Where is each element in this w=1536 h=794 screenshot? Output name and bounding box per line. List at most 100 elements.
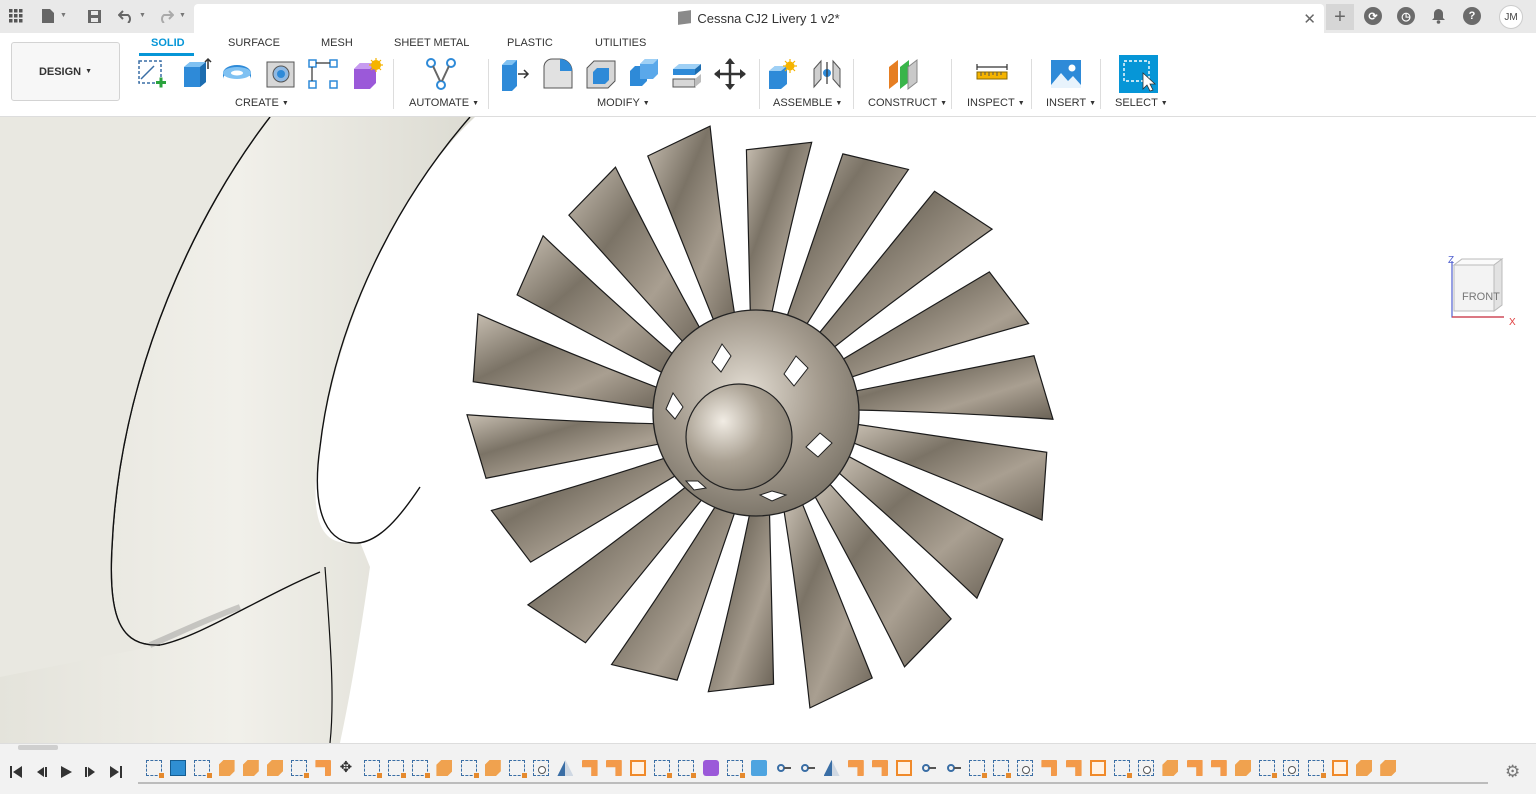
press-pull-icon[interactable] — [498, 57, 532, 91]
timeline-body-feature[interactable] — [751, 760, 767, 776]
last-icon[interactable] — [108, 764, 124, 780]
previous-icon[interactable] — [33, 764, 49, 780]
job-status-icon[interactable]: ◷ — [1397, 7, 1415, 25]
timeline-move-feature[interactable] — [340, 758, 356, 776]
timeline-hole-feature[interactable] — [1017, 760, 1034, 776]
save-icon[interactable] — [84, 6, 104, 26]
timeline-hole-feature[interactable] — [1283, 760, 1300, 776]
measure-icon[interactable] — [975, 57, 1009, 91]
construct-menu[interactable]: CONSTRUCT ▼ — [868, 97, 947, 109]
automate-menu[interactable]: AUTOMATE ▼ — [409, 97, 479, 109]
timeline-sketch-feature[interactable] — [1114, 760, 1132, 778]
tab-sheet-metal[interactable]: SHEET METAL — [394, 37, 469, 49]
insert-image-icon[interactable] — [1049, 57, 1083, 91]
new-tab-button[interactable]: + — [1326, 4, 1354, 30]
timeline-sketch-feature[interactable] — [509, 760, 527, 778]
insert-menu[interactable]: INSERT ▼ — [1046, 97, 1096, 109]
automate-icon[interactable] — [424, 57, 458, 91]
timeline-joint-feature[interactable] — [945, 760, 961, 776]
timeline-fillet-feature[interactable] — [218, 760, 235, 776]
timeline-extrude-feature[interactable] — [872, 760, 888, 776]
next-icon[interactable] — [83, 764, 99, 780]
timeline-mirror-feature[interactable] — [557, 760, 574, 776]
timeline-sketch-feature[interactable] — [1307, 760, 1326, 778]
timeline-fillet-feature[interactable] — [436, 760, 453, 776]
timeline-pattern-feature[interactable] — [896, 760, 913, 776]
3d-viewport[interactable]: FRONT Z X — [0, 117, 1536, 743]
create-sketch-icon[interactable] — [136, 57, 170, 91]
extrude-icon[interactable] — [178, 57, 212, 91]
rectangular-pattern-icon[interactable] — [306, 57, 340, 91]
revolve-icon[interactable] — [220, 57, 254, 91]
timeline-extrude-feature[interactable] — [605, 760, 622, 776]
timeline-pattern-feature[interactable] — [1089, 760, 1106, 776]
timeline-sketch-feature[interactable] — [726, 760, 745, 778]
timeline-fillet-feature[interactable] — [242, 760, 259, 776]
select-menu[interactable]: SELECT ▼ — [1115, 97, 1168, 109]
tab-plastic[interactable]: PLASTIC — [507, 37, 553, 49]
modify-menu[interactable]: MODIFY ▼ — [597, 97, 650, 109]
avatar[interactable]: JM — [1499, 5, 1523, 29]
notifications-bell-icon[interactable] — [1428, 6, 1448, 26]
move-icon[interactable] — [713, 57, 747, 91]
help-icon[interactable]: ? — [1463, 7, 1481, 25]
apps-grid-icon[interactable] — [6, 6, 26, 26]
fillet-icon[interactable] — [541, 57, 575, 91]
timeline-sketch-feature[interactable] — [993, 760, 1011, 778]
timeline-sketch-feature[interactable] — [194, 760, 213, 778]
inspect-menu[interactable]: INSPECT ▼ — [967, 97, 1025, 109]
timeline-fillet-feature[interactable] — [1380, 760, 1397, 776]
timeline-sketch-feature[interactable] — [388, 760, 406, 778]
chevron-down-icon[interactable]: ▼ — [139, 12, 146, 19]
timeline-pattern-feature[interactable] — [1331, 760, 1348, 776]
assemble-menu[interactable]: ASSEMBLE ▼ — [773, 97, 842, 109]
extensions-icon[interactable]: ⟳ — [1364, 7, 1382, 25]
timeline-fillet-feature[interactable] — [1162, 760, 1179, 776]
tab-utilities[interactable]: UTILITIES — [595, 37, 646, 49]
timeline-joint-feature[interactable] — [920, 760, 937, 776]
shell-icon[interactable] — [584, 57, 618, 91]
timeline-sketch-feature[interactable] — [968, 760, 987, 778]
timeline-sketch-feature[interactable] — [146, 760, 164, 778]
timeline-extrude-feature[interactable] — [1210, 760, 1227, 776]
timeline-sketch-feature[interactable] — [654, 760, 673, 778]
timeline-extrude-feature[interactable] — [1041, 760, 1058, 776]
timeline-fillet-feature[interactable] — [484, 760, 501, 776]
play-icon[interactable] — [58, 764, 74, 780]
chevron-down-icon[interactable]: ▼ — [179, 12, 186, 19]
timeline-sketch-feature[interactable] — [412, 760, 431, 778]
joint-icon[interactable] — [810, 57, 844, 91]
gear-icon[interactable]: ⚙ — [1505, 762, 1520, 782]
timeline-fillet-feature[interactable] — [267, 760, 283, 776]
offset-plane-icon[interactable] — [886, 57, 920, 91]
timeline-fillet-feature[interactable] — [1235, 760, 1251, 776]
undo-icon[interactable] — [116, 6, 136, 26]
view-cube[interactable]: FRONT Z X — [1444, 253, 1518, 329]
timeline-extrude-feature[interactable] — [1186, 760, 1203, 776]
file-menu-icon[interactable] — [38, 6, 58, 26]
first-icon[interactable] — [8, 764, 24, 780]
timeline-sketch-feature[interactable] — [291, 760, 310, 778]
timeline-joint-feature[interactable] — [775, 760, 792, 776]
workspace-switcher-button[interactable]: DESIGN ▼ — [11, 42, 120, 101]
document-tab[interactable]: Cessna CJ2 Livery 1 v2* ✕ — [194, 4, 1324, 33]
timeline-extrude-feature[interactable] — [581, 760, 598, 776]
timeline-extrude-feature[interactable] — [847, 760, 864, 776]
hole-icon[interactable] — [264, 57, 298, 91]
redo-icon[interactable] — [156, 6, 176, 26]
timeline-mirror-feature[interactable] — [823, 760, 840, 776]
window-select-icon[interactable] — [1119, 55, 1158, 93]
combine-icon[interactable] — [627, 57, 661, 91]
timeline-scrollbar[interactable] — [18, 745, 58, 750]
create-menu[interactable]: CREATE ▼ — [235, 97, 289, 109]
timeline-sketch-feature[interactable] — [363, 760, 382, 778]
tab-mesh[interactable]: MESH — [321, 37, 353, 49]
create-form-icon[interactable] — [350, 57, 384, 91]
timeline-hole-feature[interactable] — [1138, 760, 1155, 776]
timeline-canvas-feature[interactable] — [170, 760, 187, 776]
timeline-extrude-feature[interactable] — [1065, 760, 1082, 776]
new-component-icon[interactable] — [766, 57, 800, 91]
timeline-hole-feature[interactable] — [533, 760, 550, 776]
timeline-sketch-feature[interactable] — [460, 760, 479, 778]
close-icon[interactable]: ✕ — [1303, 10, 1316, 28]
